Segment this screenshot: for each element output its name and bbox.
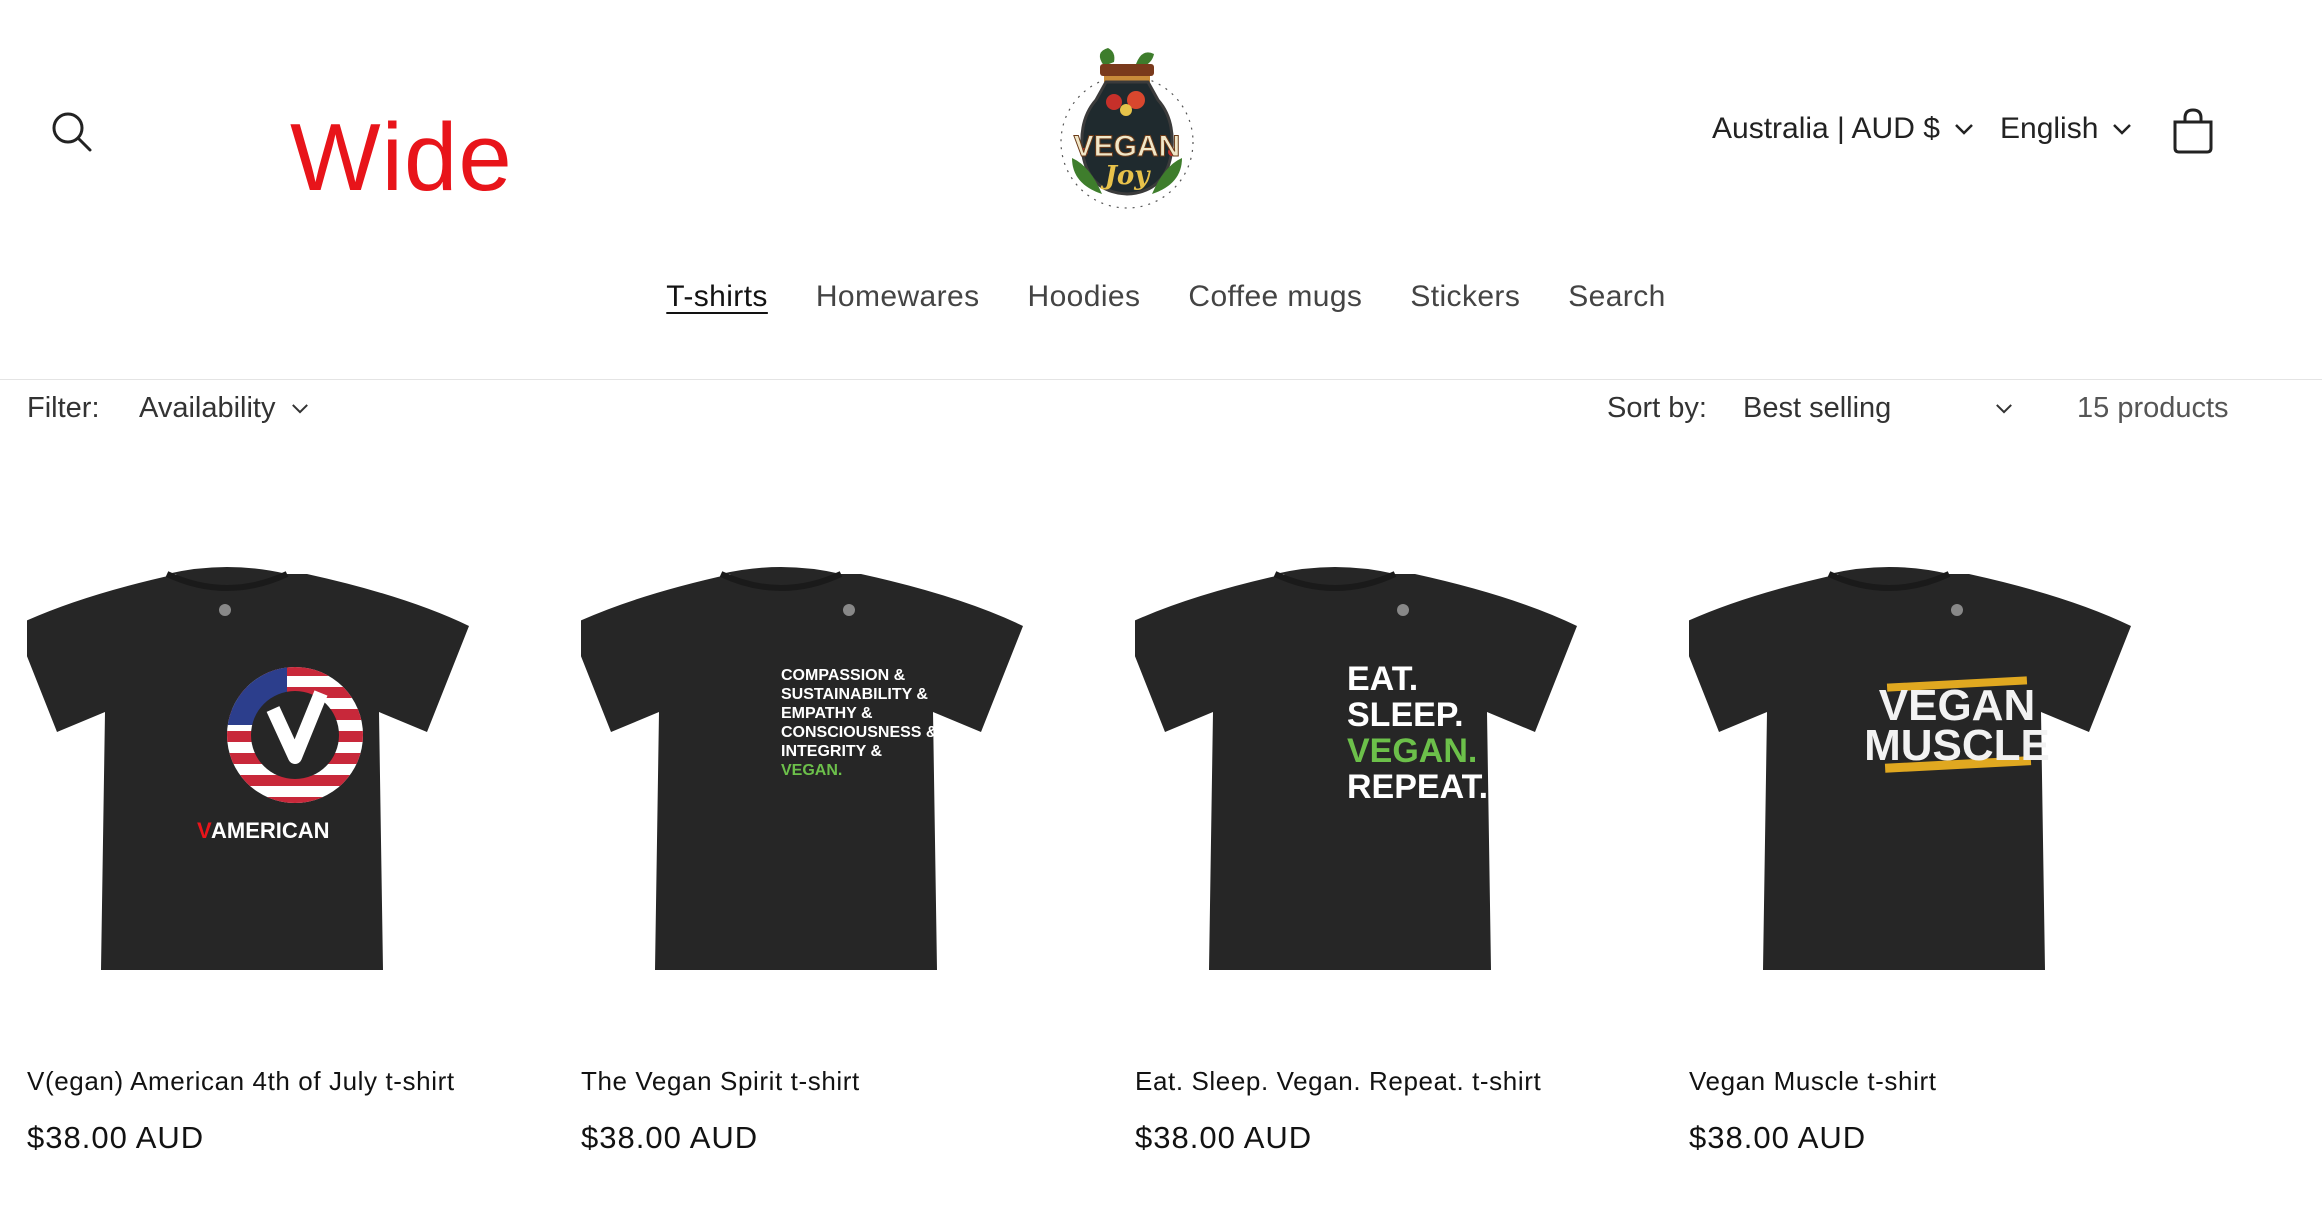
country-selector[interactable]: Australia | AUD $	[1712, 112, 1974, 146]
shirt-print-line: EAT.	[1347, 660, 1418, 698]
availability-label: Availability	[139, 392, 276, 424]
product-title[interactable]: The Vegan Spirit t-shirt	[581, 1066, 860, 1097]
wide-overlay-text: Wide	[290, 104, 513, 211]
site-header: Wide VEGAN Joy Australia | AUD $ English…	[0, 0, 2322, 380]
language-selector-label: English	[2000, 112, 2099, 145]
chevron-down-icon	[1955, 124, 1973, 135]
product-count: 15 products	[2077, 392, 2229, 424]
availability-filter[interactable]: Availability	[139, 392, 309, 425]
product-price: $38.00 AUD	[27, 1120, 205, 1155]
shirt-print-line: SUSTAINABILITY &	[781, 686, 928, 703]
filter-label: Filter:	[27, 392, 100, 424]
product-card[interactable]: V AMERICAN V(egan) American 4th of July …	[27, 520, 527, 1180]
sort-select[interactable]: Best selling	[1743, 392, 2013, 425]
product-price: $38.00 AUD	[581, 1120, 759, 1155]
shirt-print-line: VEGAN.	[781, 762, 842, 779]
shirt-print-line: COMPASSION &	[781, 667, 906, 684]
shirt-print-line: INTEGRITY &	[781, 743, 882, 760]
country-selector-label: Australia | AUD $	[1712, 112, 1940, 145]
shirt-print-line: MUSCLE	[1864, 721, 2050, 770]
product-card[interactable]: COMPASSION & SUSTAINABILITY & EMPATHY & …	[581, 520, 1081, 1180]
vegan-joy-logo[interactable]: VEGAN Joy	[1044, 44, 1210, 212]
product-image[interactable]: V AMERICAN	[27, 520, 527, 1020]
product-title[interactable]: Eat. Sleep. Vegan. Repeat. t-shirt	[1135, 1066, 1541, 1097]
chevron-down-icon	[2113, 124, 2132, 135]
shirt-print-line: CONSCIOUSNESS &	[781, 724, 938, 741]
product-price: $38.00 AUD	[1689, 1120, 1867, 1155]
language-selector[interactable]: English	[2000, 112, 2132, 146]
cart-icon[interactable]	[2170, 108, 2216, 154]
search-icon[interactable]	[48, 108, 96, 156]
shirt-print-line: EMPATHY &	[781, 705, 873, 722]
product-title[interactable]: V(egan) American 4th of July t-shirt	[27, 1066, 455, 1097]
product-image[interactable]: VEGAN MUSCLE	[1689, 520, 2189, 1020]
product-card[interactable]: EAT. SLEEP. VEGAN. REPEAT. Eat. Sleep. V…	[1135, 520, 1635, 1180]
shirt-print-text: AMERICAN	[211, 818, 330, 843]
sort-label: Sort by:	[1607, 392, 1707, 424]
chevron-down-icon	[292, 404, 309, 414]
nav-item-t-shirts[interactable]: T-shirts	[666, 280, 768, 314]
nav-item-homewares[interactable]: Homewares	[816, 280, 980, 314]
nav-item-coffee-mugs[interactable]: Coffee mugs	[1188, 280, 1362, 314]
shirt-print-prefix: V	[197, 818, 212, 843]
product-price: $38.00 AUD	[1135, 1120, 1313, 1155]
product-image[interactable]: EAT. SLEEP. VEGAN. REPEAT.	[1135, 520, 1635, 1020]
logo-text-vegan: VEGAN	[1074, 130, 1181, 163]
shirt-print-line: SLEEP.	[1347, 696, 1464, 734]
sort-value: Best selling	[1743, 392, 1892, 424]
chevron-down-icon	[1996, 404, 2012, 414]
filter-bar: Filter: Availability Sort by: Best selli…	[0, 388, 2322, 434]
product-image[interactable]: COMPASSION & SUSTAINABILITY & EMPATHY & …	[581, 520, 1081, 1020]
shirt-print-line: REPEAT.	[1347, 768, 1488, 806]
nav-item-hoodies[interactable]: Hoodies	[1028, 280, 1141, 314]
logo-text-joy: Joy	[1100, 161, 1152, 191]
nav-item-stickers[interactable]: Stickers	[1410, 280, 1520, 314]
product-title[interactable]: Vegan Muscle t-shirt	[1689, 1066, 1937, 1097]
shirt-print-line: VEGAN.	[1347, 732, 1477, 770]
nav-item-search[interactable]: Search	[1568, 280, 1665, 314]
main-nav: T-shirts Homewares Hoodies Coffee mugs S…	[0, 280, 2322, 314]
product-card[interactable]: VEGAN MUSCLE Vegan Muscle t-shirt $38.00…	[1689, 520, 2189, 1180]
